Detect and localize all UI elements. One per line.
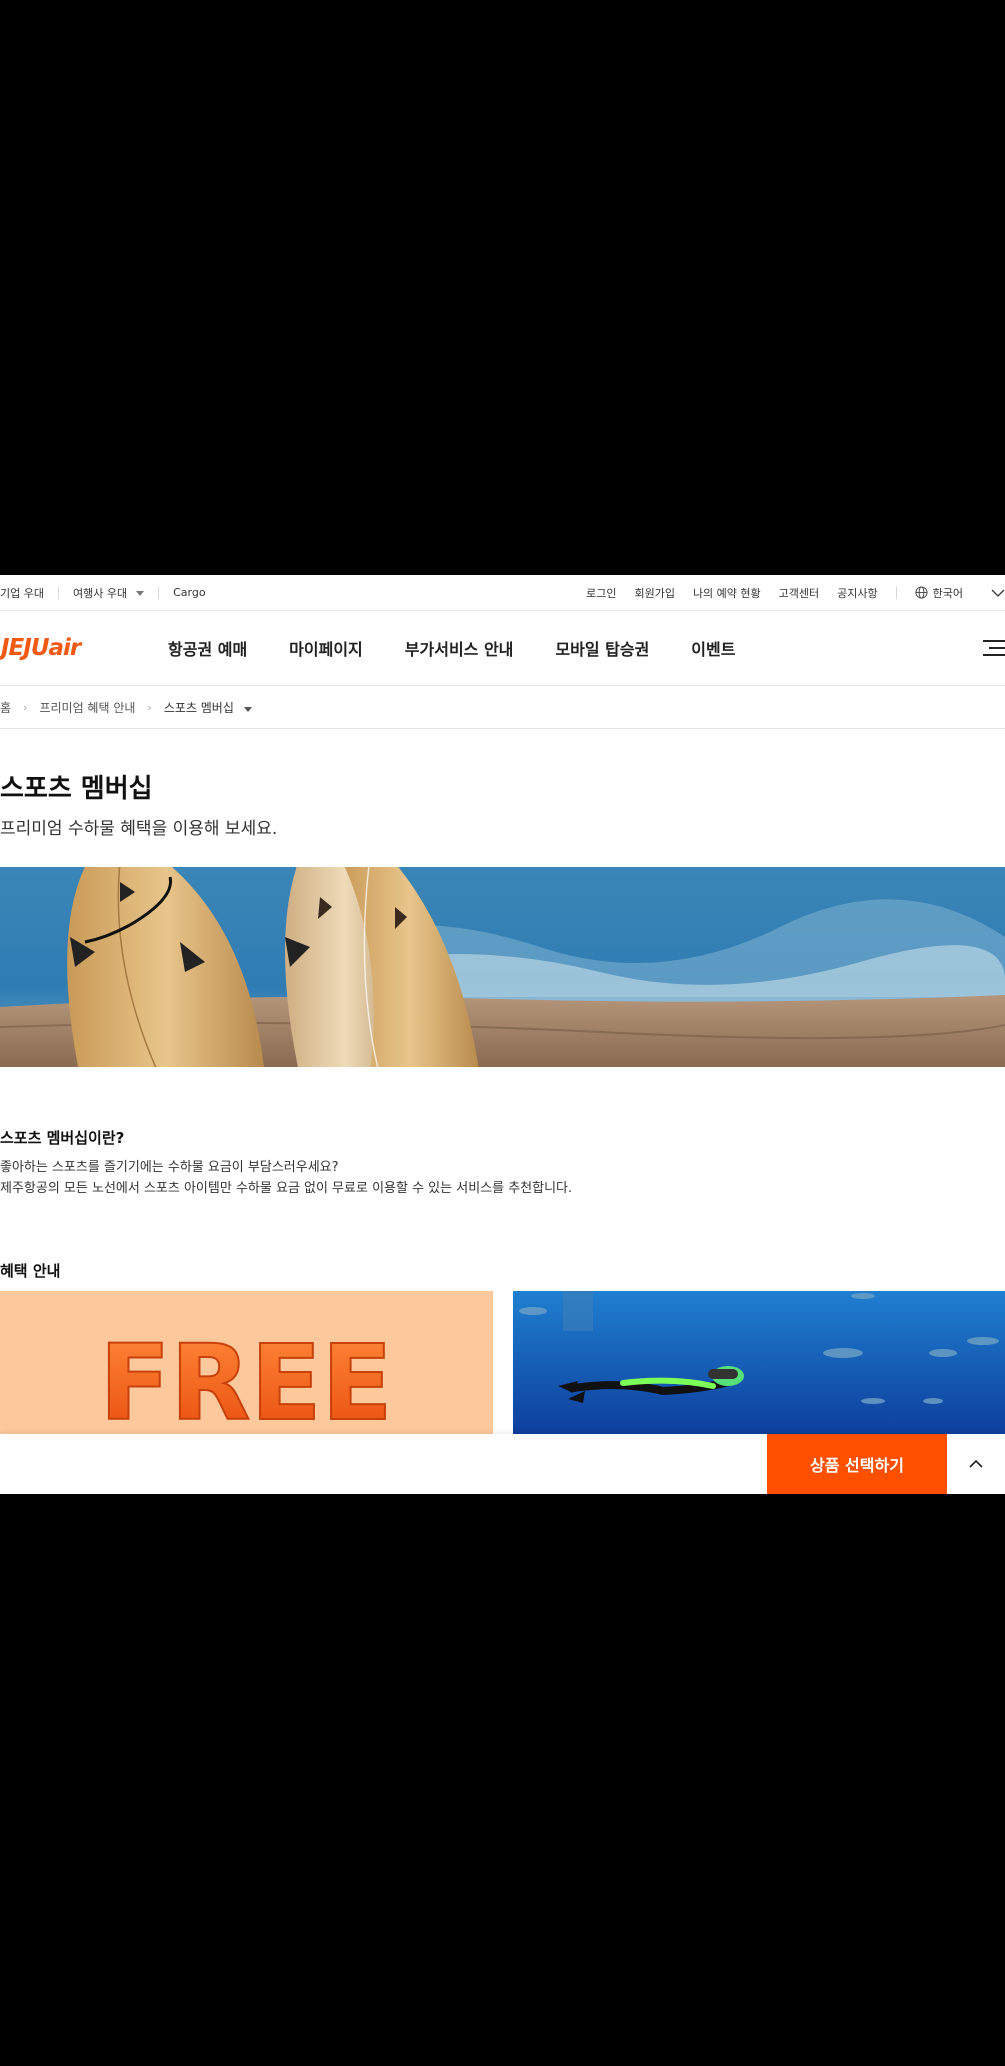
free-balloon-graphic: FREE [98, 1321, 393, 1434]
chevron-right-icon: › [23, 700, 28, 714]
benefit-card-free: FREE [0, 1291, 493, 1434]
menu-additional-services[interactable]: 부가서비스 안내 [405, 636, 514, 660]
customer-center-link[interactable]: 고객센터 [779, 585, 819, 601]
jejuair-logo[interactable]: JEJUair [1, 635, 81, 661]
breadcrumb-home[interactable]: 홈 [0, 699, 11, 716]
notice-link[interactable]: 공지사항 [837, 585, 877, 601]
about-line-1: 좋아하는 스포츠를 즐기기에는 수하물 요금이 부담스러우세요? [0, 1160, 339, 1175]
hamburger-menu-icon[interactable] [983, 639, 1005, 657]
language-label: 한국어 [932, 586, 963, 600]
main-navigation: JEJUair 항공권 예매 마이페이지 부가서비스 안내 모바일 탑승권 이벤… [0, 611, 1005, 686]
page-subtitle: 프리미엄 수하물 혜택을 이용해 보세요. [0, 819, 278, 839]
browser-viewport: 기업 우대 여행사 우대 Cargo 로그인 회원가입 나의 예약 현황 고객센… [0, 575, 1005, 1494]
about-line-2: 제주항공의 모든 노선에서 스포츠 아이템만 수하물 요금 없이 무료로 이용할… [0, 1181, 573, 1196]
divider [57, 586, 59, 599]
my-reservation-link[interactable]: 나의 예약 현황 [693, 585, 761, 601]
breadcrumb: 홈 › 프리미엄 혜택 안내 › 스포츠 멤버십 [0, 686, 1005, 729]
globe-icon [915, 586, 928, 599]
breadcrumb-current[interactable]: 스포츠 멤버십 [164, 699, 252, 716]
benefits-heading: 혜택 안내 [0, 1262, 61, 1280]
menu-mypage[interactable]: 마이페이지 [289, 636, 363, 660]
language-selector[interactable]: 한국어 [915, 585, 963, 601]
utility-bar: 기업 우대 여행사 우대 Cargo 로그인 회원가입 나의 예약 현황 고객센… [0, 575, 1005, 611]
benefit-card-diving [513, 1291, 1005, 1434]
travel-agency-dropdown[interactable]: 여행사 우대 [72, 585, 145, 601]
page-title: 스포츠 멤버십 [0, 774, 153, 804]
menu-mobile-boarding-pass[interactable]: 모바일 탑승권 [555, 636, 649, 660]
caret-down-icon [243, 706, 252, 712]
hero-image-surfboards [0, 867, 1005, 1067]
chevron-right-icon: › [147, 700, 152, 714]
diver-image [513, 1291, 1005, 1434]
signup-link[interactable]: 회원가입 [634, 585, 674, 601]
bottom-action-bar: 상품 선택하기 [0, 1434, 1005, 1494]
scroll-to-top-button[interactable] [947, 1434, 1005, 1494]
login-link[interactable]: 로그인 [586, 585, 616, 601]
about-heading: 스포츠 멤버십이란? [0, 1129, 125, 1147]
corporate-link[interactable]: 기업 우대 [0, 585, 44, 601]
gnb-menu: 항공권 예매 마이페이지 부가서비스 안내 모바일 탑승권 이벤트 [168, 611, 777, 685]
menu-flight-booking[interactable]: 항공권 예매 [168, 636, 247, 660]
chevron-up-icon [969, 1459, 983, 1468]
breadcrumb-premium[interactable]: 프리미엄 혜택 안내 [39, 699, 135, 716]
free-text: FREE [99, 1322, 392, 1434]
breadcrumb-current-label: 스포츠 멤버십 [163, 700, 234, 715]
select-product-button[interactable]: 상품 선택하기 [767, 1434, 947, 1494]
travel-agency-label: 여행사 우대 [72, 586, 128, 600]
about-description: 좋아하는 스포츠를 즐기기에는 수하물 요금이 부담스러우세요? 제주항공의 모… [0, 1157, 572, 1199]
caret-down-icon [136, 591, 145, 596]
chevron-down-icon[interactable] [991, 586, 1005, 600]
cargo-link[interactable]: Cargo [173, 586, 205, 599]
divider [895, 586, 897, 599]
menu-events[interactable]: 이벤트 [691, 636, 735, 660]
divider [158, 586, 160, 599]
